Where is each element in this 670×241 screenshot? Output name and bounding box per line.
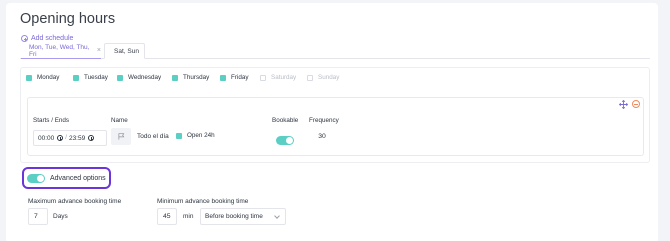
plus-circle-icon — [21, 35, 28, 42]
end-time[interactable]: 23:59 — [69, 135, 85, 142]
tab-weekdays-label: Mon, Tue, Wed, Thu, Fri — [29, 43, 90, 58]
checkbox-unchecked[interactable] — [260, 74, 266, 81]
slot-name-input[interactable]: Todo el día — [137, 133, 169, 140]
day-friday[interactable]: Friday — [220, 74, 249, 81]
frequency-label: Frequency — [309, 117, 339, 124]
bookable-label: Bookable — [272, 117, 299, 124]
checkbox-checked[interactable] — [117, 74, 123, 81]
open24-label: Open 24h — [187, 132, 215, 139]
day-tuesday[interactable]: Tuesday — [73, 74, 108, 81]
day-saturday[interactable]: Saturday — [260, 74, 296, 81]
time-separator: / — [65, 135, 67, 141]
checkbox-checked[interactable] — [172, 74, 178, 81]
move-icon[interactable] — [619, 100, 628, 109]
max-booking-unit: Days — [53, 213, 68, 220]
add-schedule-label: Add schedule — [31, 35, 74, 42]
page-title: Opening hours — [20, 11, 116, 27]
tab-weekend-label: Sat, Sun — [114, 47, 139, 55]
start-time[interactable]: 00:00 — [38, 135, 54, 142]
checkbox-checked[interactable] — [26, 74, 32, 81]
remove-slot-icon[interactable] — [632, 100, 640, 108]
booking-reference-value: Before booking time — [205, 213, 263, 220]
day-thursday[interactable]: Thursday — [172, 74, 209, 81]
chevron-down-icon — [274, 213, 280, 219]
min-booking-unit: min — [183, 213, 194, 220]
min-booking-label: Minimum advance booking time — [157, 198, 249, 205]
starts-ends-label: Starts / Ends — [33, 117, 70, 124]
frequency-input[interactable]: 30 — [309, 129, 335, 143]
booking-reference-select[interactable]: Before booking time — [200, 208, 286, 225]
bookable-toggle[interactable] — [276, 136, 294, 145]
checkbox-checked[interactable] — [220, 74, 226, 81]
flag-button[interactable] — [111, 128, 131, 145]
advanced-options-label: Advanced options — [50, 175, 106, 182]
checkbox-unchecked[interactable] — [307, 74, 313, 81]
add-schedule-link[interactable]: Add schedule — [21, 35, 73, 42]
advanced-options-toggle[interactable] — [27, 174, 45, 183]
name-label: Name — [111, 117, 128, 124]
max-booking-input[interactable]: 7 — [28, 208, 48, 225]
clock-icon[interactable] — [57, 135, 64, 141]
day-monday[interactable]: Monday — [26, 74, 59, 81]
tab-weekdays[interactable]: Mon, Tue, Wed, Thu, Fri × — [21, 43, 101, 59]
flag-icon — [118, 133, 124, 140]
tab-weekend[interactable]: Sat, Sun — [104, 43, 145, 59]
checkbox-checked[interactable] — [176, 132, 182, 139]
checkbox-checked[interactable] — [73, 74, 79, 81]
close-icon[interactable]: × — [97, 47, 101, 54]
day-sunday[interactable]: Sunday — [307, 74, 339, 81]
toggle-knob — [37, 175, 44, 182]
max-booking-label: Maximum advance booking time — [28, 198, 122, 205]
clock-icon[interactable] — [88, 135, 95, 141]
time-range-input[interactable]: 00:00 / 23:59 — [33, 130, 107, 146]
day-wednesday[interactable]: Wednesday — [117, 74, 161, 81]
toggle-knob — [286, 137, 293, 144]
open24-checkbox[interactable]: Open 24h — [176, 132, 215, 139]
min-booking-input[interactable]: 45 — [157, 208, 177, 225]
time-slot-row — [27, 97, 644, 156]
